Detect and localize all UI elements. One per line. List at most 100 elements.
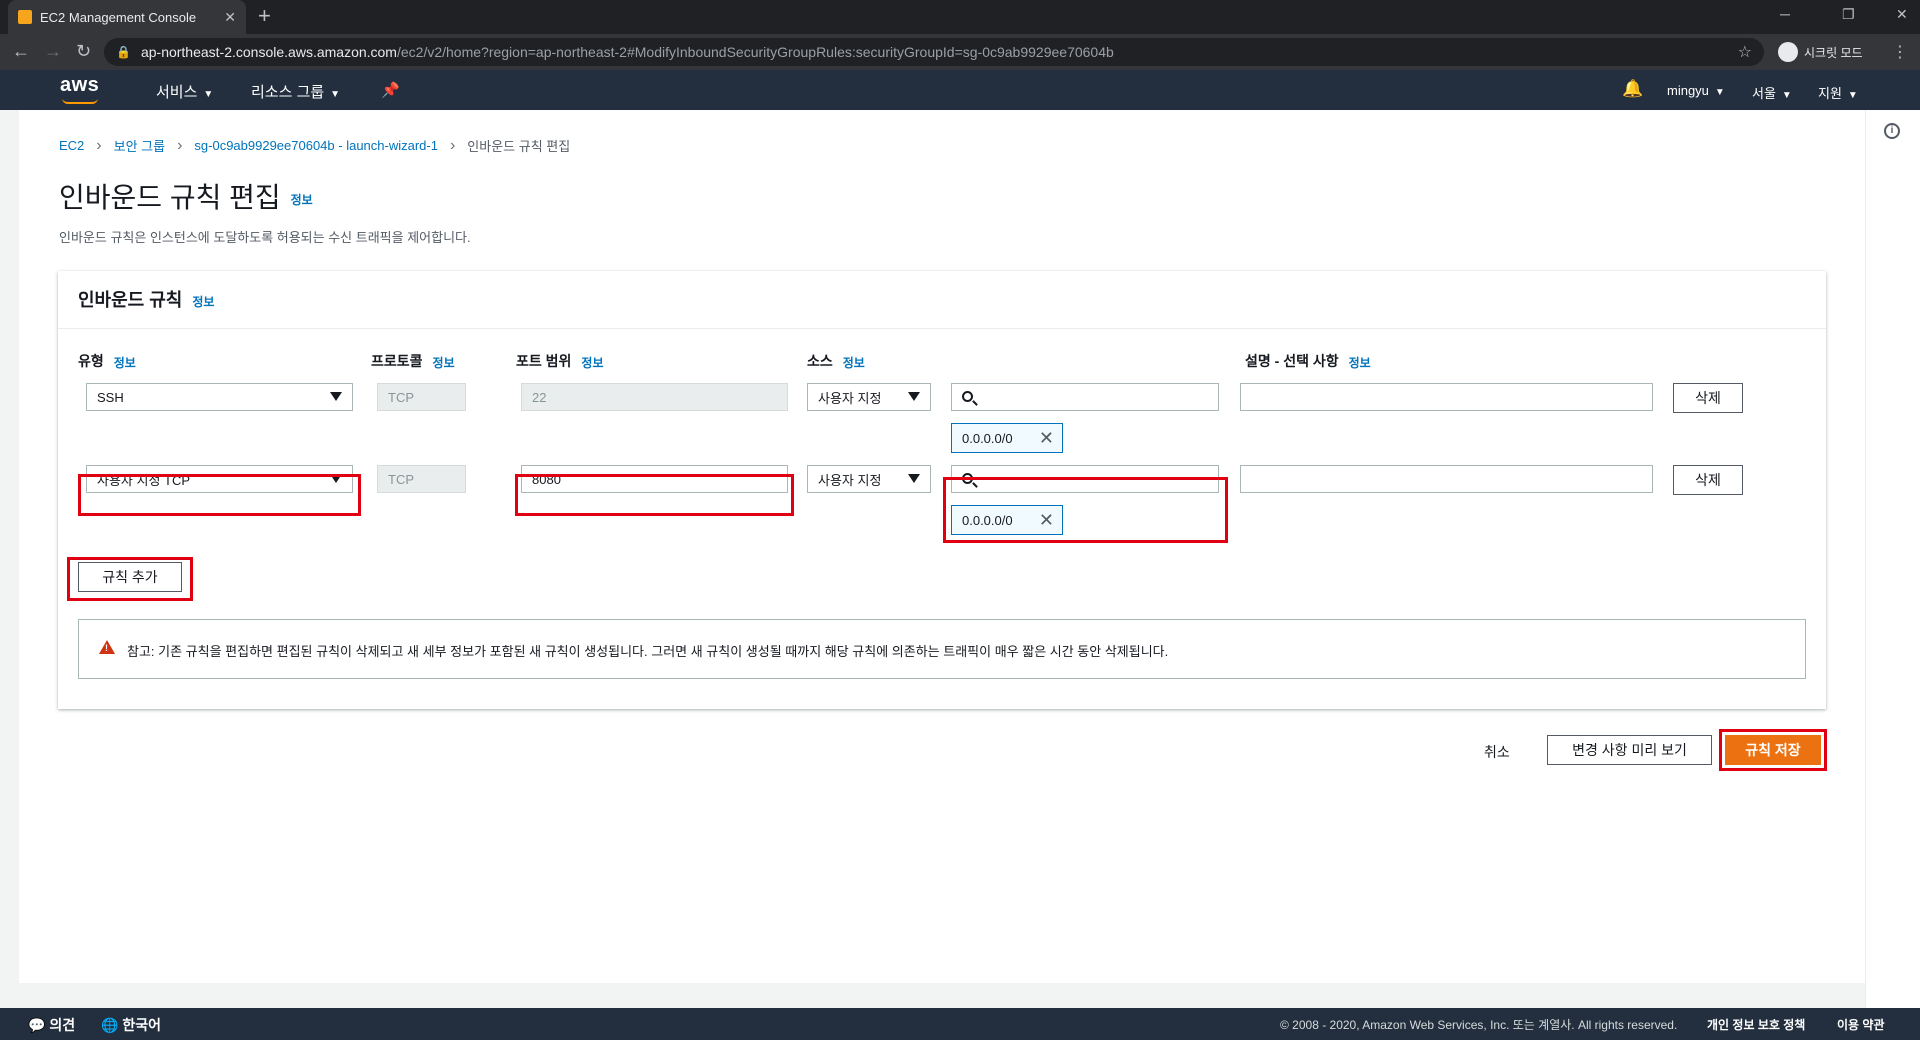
tab-title: EC2 Management Console bbox=[40, 9, 197, 25]
rule2-protocol: TCP bbox=[377, 465, 466, 493]
rule1-source-select[interactable]: 사용자 지정 bbox=[807, 383, 931, 411]
page-description: 인바운드 규칙은 인스턴스에 도달하도록 허용되는 수신 트래픽을 제어합니다. bbox=[59, 230, 471, 245]
close-window-icon[interactable]: ✕ bbox=[1896, 6, 1908, 23]
rule2-source-value: 사용자 지정 bbox=[818, 472, 882, 488]
resource-groups-menu[interactable]: 리소스 그룹 ▼ bbox=[251, 81, 340, 102]
language-selector[interactable]: 🌐 한국어 bbox=[101, 1015, 161, 1035]
breadcrumb-ec2[interactable]: EC2 bbox=[59, 138, 84, 153]
col-port-range-info-link[interactable]: 정보 bbox=[581, 356, 603, 370]
url-path: /ec2/v2/home?region=ap-northeast-2#Modif… bbox=[396, 44, 1114, 60]
notification-bell-icon[interactable]: 🔔 bbox=[1622, 79, 1643, 99]
close-tab-icon[interactable]: ✕ bbox=[224, 9, 236, 26]
support-label: 지원 bbox=[1818, 86, 1842, 101]
col-source-info-link[interactable]: 정보 bbox=[843, 356, 865, 370]
page-info-link[interactable]: 정보 bbox=[291, 193, 313, 207]
minimize-icon[interactable]: ─ bbox=[1780, 6, 1790, 22]
services-menu[interactable]: 서비스 ▼ bbox=[156, 81, 213, 102]
help-rail: i bbox=[1865, 110, 1920, 1040]
col-source: 소스 정보 bbox=[807, 351, 865, 371]
rule1-cidr-search-input[interactable] bbox=[951, 383, 1219, 411]
rule1-delete-button[interactable]: 삭제 bbox=[1673, 383, 1743, 413]
url-host: ap-northeast-2.console.aws.amazon.com bbox=[140, 44, 397, 60]
warning-alert: 참고: 기존 규칙을 편집하면 편집된 규칙이 삭제되고 새 세부 정보가 포함… bbox=[78, 619, 1806, 679]
aws-smile-icon bbox=[62, 98, 98, 104]
chevron-down-icon: ▼ bbox=[1847, 90, 1858, 101]
rule2-description-input[interactable] bbox=[1240, 465, 1653, 493]
dropdown-arrow-icon bbox=[908, 392, 920, 401]
col-port-range: 포트 범위 정보 bbox=[516, 351, 604, 371]
reload-icon[interactable]: ↻ bbox=[76, 40, 91, 62]
chevron-right-icon: › bbox=[96, 136, 102, 154]
chevron-down-icon: ▼ bbox=[203, 89, 214, 100]
new-tab-button[interactable]: + bbox=[258, 4, 271, 28]
lock-icon: 🔒 bbox=[116, 45, 131, 59]
rule1-type-value: SSH bbox=[97, 389, 124, 405]
chevron-right-icon: › bbox=[449, 136, 456, 154]
resource-groups-label: 리소스 그룹 bbox=[251, 84, 325, 101]
incognito-indicator[interactable]: 시크릿 모드 bbox=[1778, 42, 1863, 62]
chevron-down-icon: ▼ bbox=[330, 89, 341, 100]
highlight-add-rule bbox=[67, 557, 193, 601]
aws-logo-text: aws bbox=[60, 74, 100, 96]
col-type-label: 유형 bbox=[78, 353, 104, 369]
rule2-source-select[interactable]: 사용자 지정 bbox=[807, 465, 931, 493]
terms-link[interactable]: 이용 약관 bbox=[1837, 1016, 1885, 1033]
col-protocol-label: 프로토콜 bbox=[371, 353, 423, 369]
col-port-range-label: 포트 범위 bbox=[516, 353, 572, 369]
page-title-text: 인바운드 규칙 편집 bbox=[59, 182, 281, 213]
rule1-type-select[interactable]: SSH bbox=[86, 383, 353, 411]
bookmark-star-icon[interactable]: ☆ bbox=[1738, 42, 1752, 62]
rule1-source-value: 사용자 지정 bbox=[818, 390, 882, 406]
aws-logo[interactable]: aws bbox=[60, 74, 100, 104]
forward-icon[interactable]: → bbox=[44, 40, 62, 62]
preview-changes-button[interactable]: 변경 사항 미리 보기 bbox=[1547, 735, 1712, 765]
inbound-rules-panel: 인바운드 규칙 정보 유형 정보 프로토콜 정보 포트 범위 정보 소스 정보 설명 - … bbox=[58, 271, 1826, 709]
speech-bubble-icon: 💬 bbox=[28, 1017, 46, 1033]
col-description-label: 설명 - 선택 사항 bbox=[1245, 353, 1339, 369]
services-label: 서비스 bbox=[156, 84, 198, 101]
cancel-link[interactable]: 취소 bbox=[1484, 742, 1510, 762]
rule2-delete-button[interactable]: 삭제 bbox=[1673, 465, 1743, 495]
info-icon[interactable]: i bbox=[1884, 123, 1900, 139]
col-type-info-link[interactable]: 정보 bbox=[114, 356, 136, 370]
rule1-cidr-token: 0.0.0.0/0 ✕ bbox=[951, 423, 1063, 453]
warning-text: 참고: 기존 규칙을 편집하면 편집된 규칙이 삭제되고 새 세부 정보가 포함… bbox=[127, 644, 1169, 659]
address-bar[interactable]: 🔒 ap-northeast-2.console.aws.amazon.com … bbox=[104, 38, 1764, 66]
incognito-icon bbox=[1778, 42, 1798, 62]
breadcrumb-security-group[interactable]: sg-0c9ab9929ee70604b - launch-wizard-1 bbox=[194, 138, 438, 153]
browser-tab[interactable]: EC2 Management Console ✕ bbox=[8, 0, 246, 34]
rule1-protocol: TCP bbox=[377, 383, 466, 411]
feedback-link[interactable]: 💬 의견 bbox=[28, 1015, 75, 1035]
rule1-cidr-value: 0.0.0.0/0 bbox=[962, 430, 1013, 446]
chevron-down-icon: ▼ bbox=[1714, 87, 1725, 98]
col-type: 유형 정보 bbox=[78, 351, 136, 371]
support-menu[interactable]: 지원 ▼ bbox=[1818, 83, 1858, 102]
highlight-save-button bbox=[1719, 729, 1827, 771]
back-icon[interactable]: ← bbox=[12, 40, 30, 62]
globe-icon: 🌐 bbox=[101, 1017, 119, 1033]
main-content: EC2 › 보안 그룹 › sg-0c9ab9929ee70604b - lau… bbox=[19, 110, 1865, 983]
panel-info-link[interactable]: 정보 bbox=[192, 295, 214, 309]
browser-tab-bar: EC2 Management Console ✕ + ─ ❐ ✕ bbox=[0, 0, 1920, 34]
col-description-info-link[interactable]: 정보 bbox=[1349, 356, 1371, 370]
privacy-link[interactable]: 개인 정보 보호 정책 bbox=[1707, 1016, 1805, 1033]
col-description: 설명 - 선택 사항 정보 bbox=[1245, 351, 1371, 371]
breadcrumb-security-groups[interactable]: 보안 그룹 bbox=[114, 136, 165, 155]
aws-top-nav: aws 서비스 ▼ 리소스 그룹 ▼ 📌 🔔 mingyu ▼ 서울 ▼ 지원 ▼ bbox=[0, 70, 1920, 110]
browser-toolbar: ← → ↻ 🔒 ap-northeast-2.console.aws.amazo… bbox=[0, 34, 1920, 70]
browser-menu-icon[interactable]: ⋮ bbox=[1892, 42, 1908, 62]
incognito-label: 시크릿 모드 bbox=[1804, 45, 1863, 60]
user-label: mingyu bbox=[1667, 83, 1709, 98]
pin-icon[interactable]: 📌 bbox=[381, 81, 400, 99]
col-protocol-info-link[interactable]: 정보 bbox=[433, 356, 455, 370]
restore-icon[interactable]: ❐ bbox=[1842, 6, 1855, 23]
search-icon bbox=[962, 391, 973, 402]
console-footer: 💬 의견 🌐 한국어 © 2008 - 2020, Amazon Web Ser… bbox=[0, 1008, 1920, 1040]
user-menu[interactable]: mingyu ▼ bbox=[1667, 83, 1725, 98]
region-menu[interactable]: 서울 ▼ bbox=[1752, 83, 1792, 102]
panel-header: 인바운드 규칙 정보 bbox=[58, 271, 1826, 329]
rule1-port-range: 22 bbox=[521, 383, 788, 411]
remove-token-icon[interactable]: ✕ bbox=[1039, 429, 1054, 447]
highlight-rule2-port bbox=[515, 474, 794, 516]
rule1-description-input[interactable] bbox=[1240, 383, 1653, 411]
